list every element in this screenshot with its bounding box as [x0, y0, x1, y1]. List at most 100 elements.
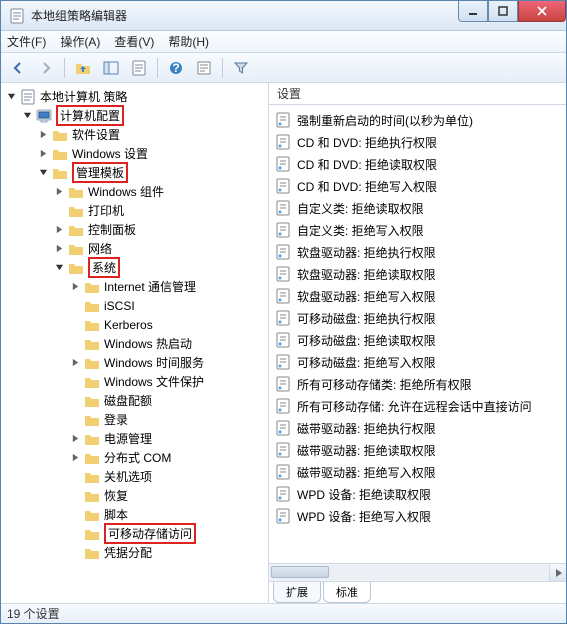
menu-file[interactable]: 文件(F): [7, 33, 46, 50]
tree-label: 登录: [104, 411, 128, 428]
list-item[interactable]: 可移动磁盘: 拒绝执行权限: [273, 307, 562, 329]
tab-extended[interactable]: 扩展: [273, 582, 321, 603]
policy-icon: [275, 442, 291, 458]
expand-icon[interactable]: [53, 185, 66, 198]
list-item[interactable]: 磁带驱动器: 拒绝写入权限: [273, 461, 562, 483]
tree-node-win_time[interactable]: Windows 时间服务: [67, 353, 266, 372]
expand-icon[interactable]: [69, 451, 82, 464]
settings-list[interactable]: 强制重新启动的时间(以秒为单位)CD 和 DVD: 拒绝执行权限CD 和 DVD…: [269, 105, 566, 563]
filter-button[interactable]: [228, 56, 254, 80]
tree-node-windows_components[interactable]: Windows 组件: [51, 182, 266, 201]
list-item[interactable]: WPD 设备: 拒绝写入权限: [273, 505, 562, 527]
tree-node-removable_storage[interactable]: 可移动存储访问: [67, 524, 266, 543]
tree-node-network[interactable]: 网络: [51, 239, 266, 258]
column-header[interactable]: 设置: [269, 83, 566, 105]
tree-node-dcom[interactable]: 分布式 COM: [67, 448, 266, 467]
statusbar: 19 个设置: [1, 603, 566, 623]
app-window: 本地组策略编辑器 文件(F) 操作(A) 查看(V) 帮助(H) ? 本地计算机…: [0, 0, 567, 624]
window-title: 本地组策略编辑器: [31, 7, 458, 24]
list-item-label: 软盘驱动器: 拒绝读取权限: [297, 266, 436, 283]
tree-node-system[interactable]: 系统: [51, 258, 266, 277]
tree-node-internet_comm[interactable]: Internet 通信管理: [67, 277, 266, 296]
expand-icon[interactable]: [53, 223, 66, 236]
list-item[interactable]: 软盘驱动器: 拒绝读取权限: [273, 263, 562, 285]
list-item-label: 磁带驱动器: 拒绝写入权限: [297, 464, 436, 481]
tree-node-computer_config[interactable]: 计算机配置: [19, 106, 266, 125]
list-item[interactable]: CD 和 DVD: 拒绝读取权限: [273, 153, 562, 175]
export-list-button[interactable]: [126, 56, 152, 80]
policy-icon: [275, 376, 291, 392]
list-item[interactable]: 所有可移动存储类: 拒绝所有权限: [273, 373, 562, 395]
scrollbar-thumb[interactable]: [271, 566, 329, 578]
maximize-button[interactable]: [488, 1, 518, 22]
list-item[interactable]: CD 和 DVD: 拒绝写入权限: [273, 175, 562, 197]
expand-spacer: [69, 546, 82, 559]
collapse-icon[interactable]: [21, 109, 34, 122]
policy-icon: [275, 178, 291, 194]
collapse-icon[interactable]: [53, 261, 66, 274]
list-item-label: WPD 设备: 拒绝读取权限: [297, 486, 431, 503]
list-item[interactable]: WPD 设备: 拒绝读取权限: [273, 483, 562, 505]
list-item[interactable]: 软盘驱动器: 拒绝写入权限: [273, 285, 562, 307]
expand-icon[interactable]: [37, 147, 50, 160]
show-hide-tree-button[interactable]: [98, 56, 124, 80]
up-button[interactable]: [70, 56, 96, 80]
list-item[interactable]: 可移动磁盘: 拒绝读取权限: [273, 329, 562, 351]
list-item[interactable]: 可移动磁盘: 拒绝写入权限: [273, 351, 562, 373]
forward-button[interactable]: [33, 56, 59, 80]
policy-icon: [275, 310, 291, 326]
scroll-right-button[interactable]: [549, 564, 566, 581]
collapse-icon[interactable]: [5, 90, 18, 103]
tree-node-kerberos[interactable]: Kerberos: [67, 315, 266, 334]
list-item[interactable]: 自定义类: 拒绝写入权限: [273, 219, 562, 241]
policy-icon: [275, 112, 291, 128]
list-item[interactable]: 软盘驱动器: 拒绝执行权限: [273, 241, 562, 263]
expand-icon[interactable]: [69, 432, 82, 445]
expand-spacer: [69, 413, 82, 426]
tree-node-iscsi[interactable]: iSCSI: [67, 296, 266, 315]
list-item[interactable]: 所有可移动存储: 允许在远程会话中直接访问: [273, 395, 562, 417]
list-item[interactable]: 磁带驱动器: 拒绝读取权限: [273, 439, 562, 461]
tree-label: Windows 时间服务: [104, 354, 204, 371]
tree-node-software_settings[interactable]: 软件设置: [35, 125, 266, 144]
tree-node-power_mgmt[interactable]: 电源管理: [67, 429, 266, 448]
tree-node-win_file_protect[interactable]: Windows 文件保护: [67, 372, 266, 391]
expand-icon[interactable]: [53, 242, 66, 255]
tree-node-printers[interactable]: 打印机: [51, 201, 266, 220]
tree-node-win_hot_boot[interactable]: Windows 热启动: [67, 334, 266, 353]
close-button[interactable]: [518, 1, 566, 22]
titlebar[interactable]: 本地组策略编辑器: [1, 1, 566, 31]
tree-node-disk_quota[interactable]: 磁盘配额: [67, 391, 266, 410]
tree-node-shutdown_opts[interactable]: 关机选项: [67, 467, 266, 486]
expand-icon[interactable]: [37, 128, 50, 141]
menu-help[interactable]: 帮助(H): [168, 33, 209, 50]
menu-action[interactable]: 操作(A): [60, 33, 100, 50]
tree-label: 控制面板: [88, 221, 136, 238]
properties-button[interactable]: [191, 56, 217, 80]
tree-node-windows_settings[interactable]: Windows 设置: [35, 144, 266, 163]
menubar: 文件(F) 操作(A) 查看(V) 帮助(H): [1, 31, 566, 53]
back-button[interactable]: [5, 56, 31, 80]
folder-icon: [84, 393, 100, 409]
list-item[interactable]: CD 和 DVD: 拒绝执行权限: [273, 131, 562, 153]
tree-node-recovery[interactable]: 恢复: [67, 486, 266, 505]
minimize-button[interactable]: [458, 1, 488, 22]
tree-node-admin_templates[interactable]: 管理模板: [35, 163, 266, 182]
menu-view[interactable]: 查看(V): [114, 33, 154, 50]
tree-node-logon[interactable]: 登录: [67, 410, 266, 429]
list-item[interactable]: 自定义类: 拒绝读取权限: [273, 197, 562, 219]
expand-icon[interactable]: [69, 280, 82, 293]
list-item[interactable]: 磁带驱动器: 拒绝执行权限: [273, 417, 562, 439]
help-button[interactable]: ?: [163, 56, 189, 80]
tree-node-root[interactable]: 本地计算机 策略: [3, 87, 266, 106]
list-item[interactable]: 强制重新启动的时间(以秒为单位): [273, 109, 562, 131]
expand-icon[interactable]: [69, 356, 82, 369]
collapse-icon[interactable]: [37, 166, 50, 179]
tree-node-credential_delegation[interactable]: 凭据分配: [67, 543, 266, 562]
list-item-label: 可移动磁盘: 拒绝写入权限: [297, 354, 436, 371]
tree-node-scripts[interactable]: 脚本: [67, 505, 266, 524]
tree-node-control_panel[interactable]: 控制面板: [51, 220, 266, 239]
tree-pane[interactable]: 本地计算机 策略计算机配置软件设置Windows 设置管理模板Windows 组…: [1, 83, 269, 603]
horizontal-scrollbar[interactable]: [269, 563, 566, 581]
tab-standard[interactable]: 标准: [323, 582, 371, 603]
